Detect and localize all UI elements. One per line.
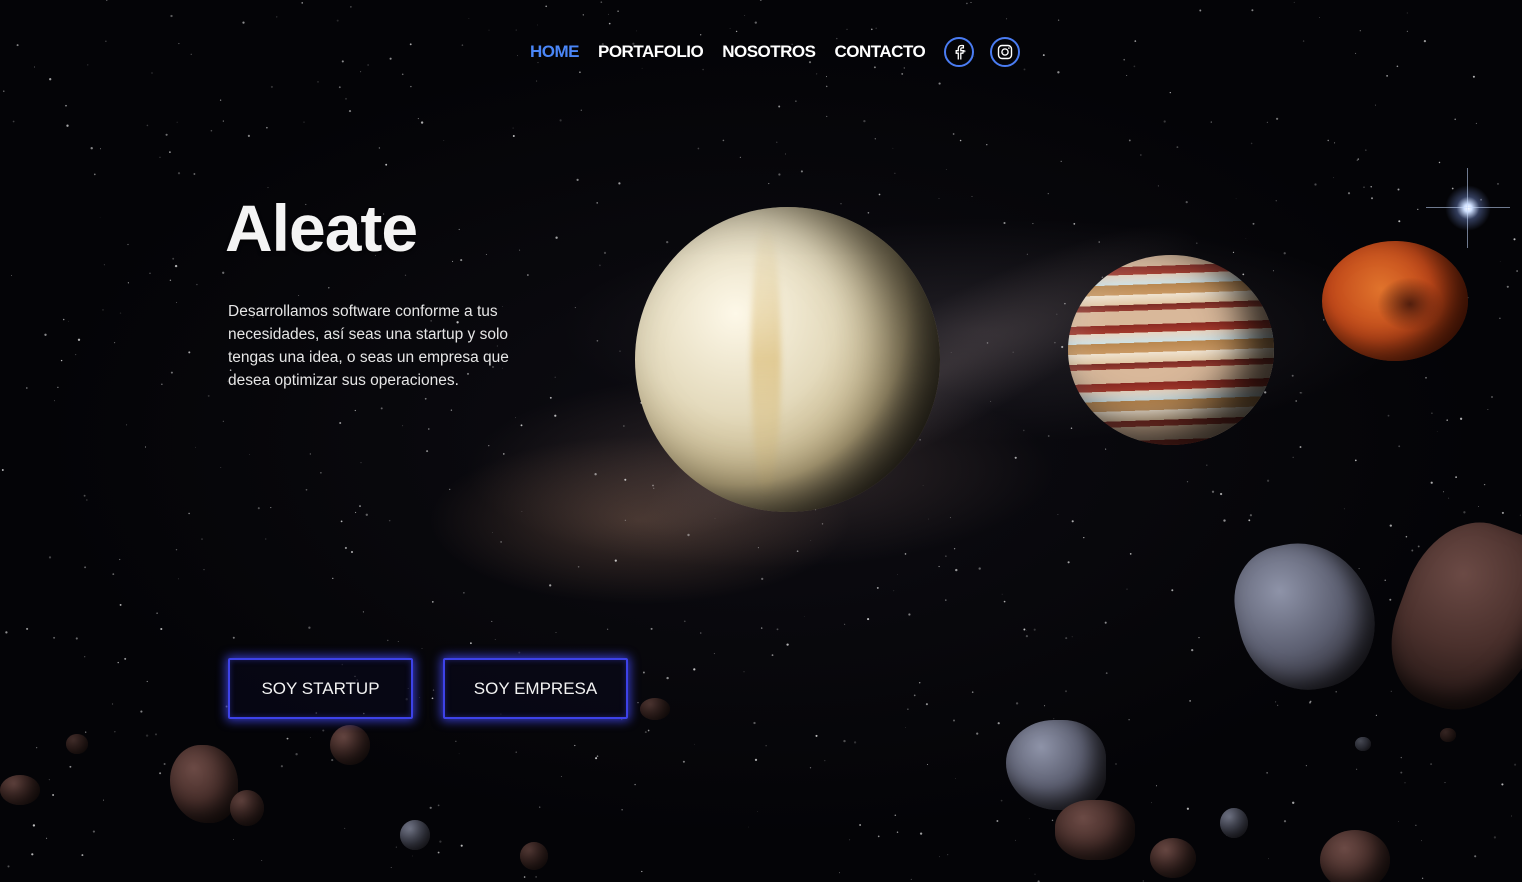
star-flare bbox=[1467, 168, 1468, 248]
bright-star bbox=[1445, 185, 1491, 231]
planet-mars-image bbox=[1322, 241, 1468, 361]
nav-item-contacto[interactable]: CONTACTO bbox=[834, 42, 925, 62]
soy-startup-button[interactable]: SOY STARTUP bbox=[228, 658, 413, 719]
nav-item-nosotros[interactable]: NOSOTROS bbox=[722, 42, 816, 62]
asteroid-image bbox=[1055, 800, 1135, 860]
asteroid-image bbox=[1355, 737, 1371, 751]
soy-empresa-button[interactable]: SOY EMPRESA bbox=[443, 658, 628, 719]
nav-item-home[interactable]: HOME bbox=[530, 42, 580, 62]
nav-item-portafolio[interactable]: PORTAFOLIO bbox=[598, 42, 704, 62]
asteroid-image bbox=[1150, 838, 1196, 878]
asteroid-image bbox=[520, 842, 548, 870]
asteroid-image bbox=[330, 725, 370, 765]
asteroid-image bbox=[1006, 720, 1106, 810]
instagram-link[interactable] bbox=[990, 37, 1021, 67]
asteroid-image bbox=[1440, 728, 1456, 742]
page: HOME PORTAFOLIO NOSOTROS CONTACTO Aleate… bbox=[0, 0, 1522, 882]
asteroid-image bbox=[66, 734, 88, 754]
asteroid-image bbox=[1371, 503, 1522, 731]
asteroid-image bbox=[230, 790, 264, 826]
asteroid-image bbox=[640, 698, 670, 720]
star-flare bbox=[1426, 207, 1510, 208]
facebook-link[interactable] bbox=[944, 37, 975, 67]
asteroid-image bbox=[170, 745, 238, 823]
hero-title: Aleate bbox=[225, 191, 418, 265]
planet-jupiter-image bbox=[1068, 255, 1274, 445]
asteroid-image bbox=[1224, 529, 1387, 703]
main-nav: HOME PORTAFOLIO NOSOTROS CONTACTO bbox=[530, 36, 1036, 68]
planet-venus-image bbox=[635, 207, 940, 512]
asteroid-image bbox=[1320, 830, 1390, 882]
hero-description: Desarrollamos software conforme a tus ne… bbox=[228, 303, 509, 389]
instagram-icon bbox=[998, 44, 1013, 60]
asteroid-image bbox=[0, 775, 40, 805]
facebook-icon bbox=[955, 44, 965, 60]
asteroid-image bbox=[400, 820, 430, 850]
asteroid-image bbox=[1220, 808, 1248, 838]
